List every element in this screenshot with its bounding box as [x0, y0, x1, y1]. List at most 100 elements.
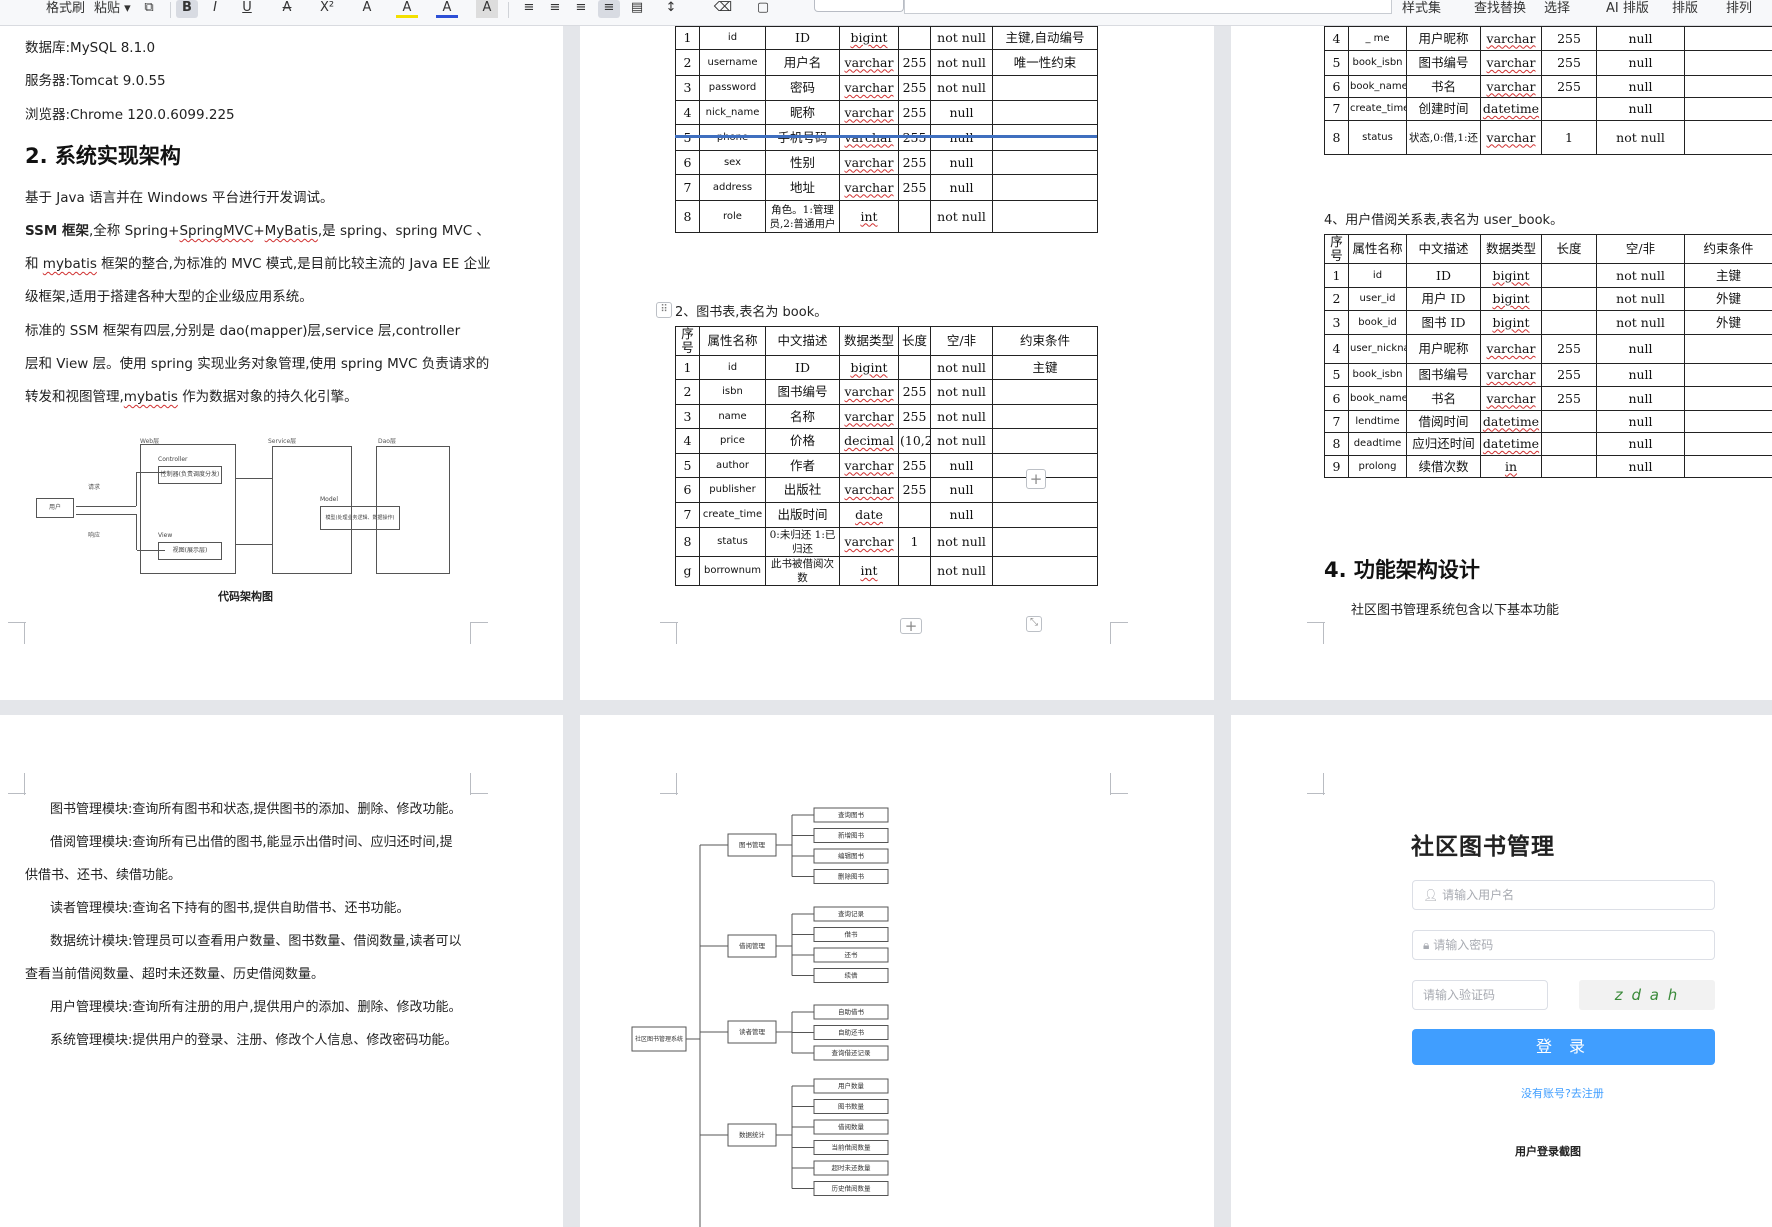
- table-cell[interactable]: 4: [1324, 334, 1349, 364]
- table-cell[interactable]: 4: [675, 100, 700, 125]
- table-cell[interactable]: null: [1596, 363, 1685, 387]
- table-header-cell[interactable]: 中文描述: [765, 326, 840, 356]
- table-header-cell[interactable]: 序号: [675, 326, 700, 356]
- table-cell[interactable]: 图书 ID: [1406, 310, 1481, 335]
- table-cell[interactable]: 255: [898, 75, 931, 101]
- table-cell[interactable]: datetime: [1480, 410, 1542, 433]
- table-cell[interactable]: 1: [675, 26, 700, 50]
- table-header-cell[interactable]: 数据类型: [839, 326, 899, 356]
- table-cell[interactable]: 5: [1324, 363, 1349, 387]
- table-cell[interactable]: [992, 100, 1098, 125]
- table-cell[interactable]: address: [699, 174, 766, 201]
- table-cell[interactable]: [1684, 363, 1772, 387]
- password-input[interactable]: 🔒︎ 请输入密码: [1412, 930, 1715, 960]
- table-header-cell[interactable]: 约束条件: [1684, 234, 1772, 264]
- table-cell[interactable]: date: [839, 502, 899, 528]
- eraser-icon[interactable]: ⌫: [712, 0, 734, 18]
- table-cell[interactable]: [898, 556, 931, 586]
- document-page[interactable]: 社区图书管理 👤︎ 请输入用户名 🔒︎ 请输入密码 请输入验证码 z d a h…: [1231, 715, 1772, 1227]
- table-cell[interactable]: datetime: [1480, 432, 1542, 456]
- table-cell[interactable]: [1684, 120, 1772, 155]
- table-cell[interactable]: 2: [1324, 287, 1349, 311]
- table-cell[interactable]: 6: [1324, 75, 1349, 98]
- align-justify-icon[interactable]: ≡: [598, 0, 620, 18]
- table-cell[interactable]: ID: [1406, 263, 1481, 288]
- table-cell[interactable]: bigint: [839, 355, 899, 380]
- table-cell[interactable]: publisher: [699, 477, 766, 503]
- table-cell[interactable]: [992, 379, 1098, 405]
- table-cell[interactable]: name: [699, 404, 766, 429]
- table-cell[interactable]: 外键: [1684, 310, 1772, 335]
- table-cell[interactable]: 用户昵称: [1406, 26, 1481, 51]
- table-cell[interactable]: null: [1596, 75, 1685, 98]
- table-header-cell[interactable]: 中文描述: [1406, 234, 1481, 264]
- table-cell[interactable]: 应归还时间: [1406, 432, 1481, 456]
- align-center-icon[interactable]: ≡: [544, 0, 566, 18]
- table-cell[interactable]: g: [675, 556, 700, 586]
- table-cell[interactable]: varchar: [839, 75, 899, 101]
- table-cell[interactable]: 255: [898, 453, 931, 478]
- table-cell[interactable]: [1684, 75, 1772, 98]
- table-cell[interactable]: varchar: [1480, 363, 1542, 387]
- style-gallery[interactable]: [904, 0, 1392, 14]
- table-cell[interactable]: prolong: [1348, 455, 1407, 478]
- table-cell[interactable]: not null: [1596, 120, 1685, 155]
- table-header-cell[interactable]: 长度: [1541, 234, 1597, 264]
- table-cell[interactable]: 1: [898, 527, 931, 557]
- table-cell[interactable]: status: [1348, 120, 1407, 155]
- table-cell[interactable]: null: [1596, 50, 1685, 76]
- table-cell[interactable]: 255: [898, 174, 931, 201]
- table-cell[interactable]: varchar: [839, 100, 899, 125]
- italic-button[interactable]: I: [204, 0, 226, 18]
- table-cell[interactable]: null: [1596, 334, 1685, 364]
- table-cell[interactable]: varchar: [839, 453, 899, 478]
- table-header-cell[interactable]: 空/非: [930, 326, 993, 356]
- table-cell[interactable]: [1541, 455, 1597, 478]
- table-cell[interactable]: varchar: [1480, 26, 1542, 51]
- table-cell[interactable]: user_id: [1348, 287, 1407, 311]
- table-cell[interactable]: 图书编号: [765, 379, 840, 405]
- table-cell[interactable]: 255: [898, 150, 931, 175]
- table-cell[interactable]: varchar: [1480, 50, 1542, 76]
- table-cell[interactable]: 255: [898, 404, 931, 429]
- table-cell[interactable]: book_isbn: [1348, 50, 1407, 76]
- table-cell[interactable]: 255: [898, 477, 931, 503]
- table-cell[interactable]: 3: [1324, 310, 1349, 335]
- table-cell[interactable]: varchar: [1480, 334, 1542, 364]
- table-resize-icon[interactable]: ⤡: [1026, 616, 1042, 632]
- strikethrough-button[interactable]: A: [276, 0, 298, 18]
- table-cell[interactable]: 外键: [1684, 287, 1772, 311]
- table-cell[interactable]: 1: [675, 355, 700, 380]
- table-cell[interactable]: 3: [675, 75, 700, 101]
- document-page[interactable]: 4 _ me 用户昵称 varchar 255 null 5 book_isbn 图书编号 var…: [1231, 26, 1772, 700]
- border-icon[interactable]: ▢: [752, 0, 774, 18]
- drag-handle-icon[interactable]: ⠿: [656, 302, 672, 318]
- table-cell[interactable]: status: [699, 527, 766, 557]
- table-cell[interactable]: not null: [930, 428, 993, 454]
- table-cell[interactable]: bigint: [1480, 310, 1542, 335]
- table-cell[interactable]: not null: [1596, 310, 1685, 335]
- font-color-button[interactable]: A: [436, 0, 458, 18]
- table-cell[interactable]: varchar: [839, 174, 899, 201]
- table-cell[interactable]: not null: [930, 355, 993, 380]
- table-cell[interactable]: 作者: [765, 453, 840, 478]
- table-cell[interactable]: null: [930, 453, 993, 478]
- table-cell[interactable]: 8: [1324, 432, 1349, 456]
- table-cell[interactable]: bigint: [1480, 263, 1542, 288]
- table-cell[interactable]: null: [930, 150, 993, 175]
- table-cell[interactable]: 6: [675, 150, 700, 175]
- table-cell[interactable]: 主键,自动编号: [992, 26, 1098, 50]
- style-set-button[interactable]: 样式集: [1402, 0, 1441, 20]
- table-cell[interactable]: 3: [675, 404, 700, 429]
- table-cell[interactable]: isbn: [699, 379, 766, 405]
- table-cell[interactable]: varchar: [839, 477, 899, 503]
- table-cell[interactable]: bigint: [839, 26, 899, 50]
- table-cell[interactable]: 6: [675, 477, 700, 503]
- username-input[interactable]: 👤︎ 请输入用户名: [1412, 880, 1715, 910]
- format-painter-button[interactable]: 格式刷: [46, 0, 85, 20]
- table-cell[interactable]: (10,2): [898, 428, 931, 454]
- table-cell[interactable]: 0:未归还 1:已归还: [765, 527, 840, 557]
- distributed-align-icon[interactable]: ▤: [626, 0, 648, 18]
- document-page[interactable]: 数据库:MySQL 8.1.0 服务器:Tomcat 9.0.55 浏览器:Ch…: [0, 26, 563, 700]
- layout-button[interactable]: 排版: [1672, 0, 1698, 20]
